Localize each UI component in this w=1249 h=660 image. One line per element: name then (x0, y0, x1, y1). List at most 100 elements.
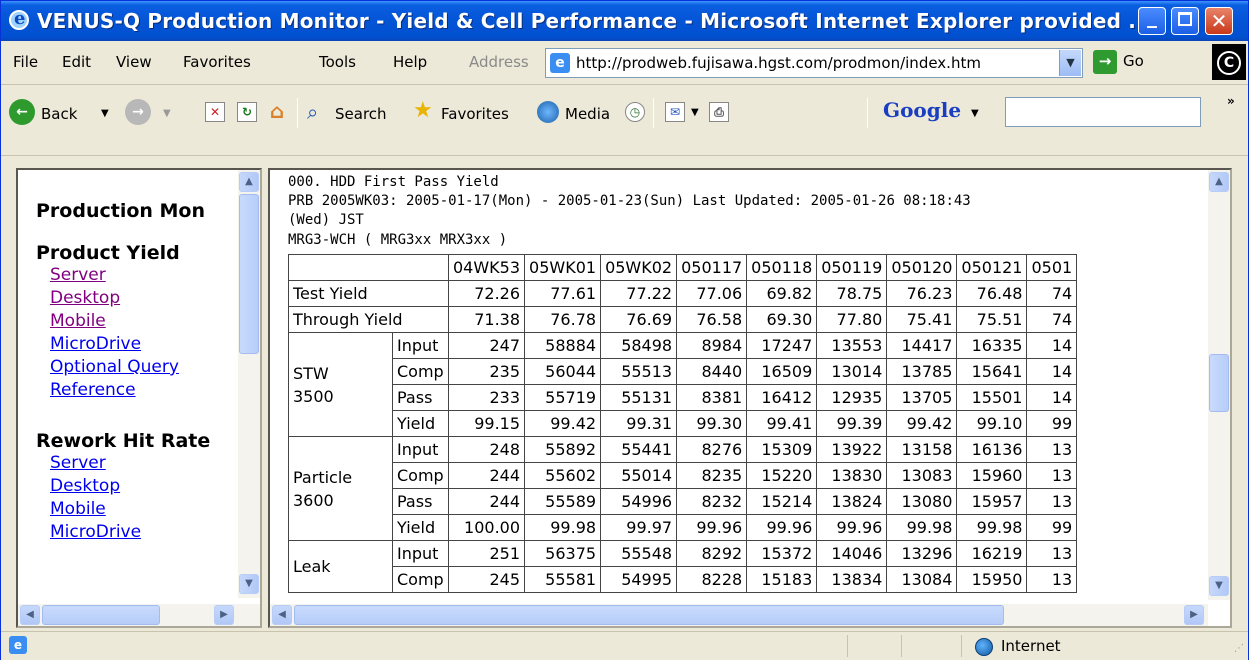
scroll-right-icon[interactable]: ▶ (1184, 605, 1204, 625)
favorites-button[interactable]: ★ Favorites (413, 86, 531, 136)
table-cell: 55131 (600, 384, 678, 411)
print-icon[interactable]: ⎙ (709, 102, 729, 122)
column-header: 04WK53 (447, 254, 526, 281)
forward-button[interactable]: → ▼ (125, 86, 185, 136)
nav-link-yield-server[interactable]: Server (50, 264, 238, 287)
table-cell: 13 (1026, 566, 1078, 593)
scroll-down-icon[interactable]: ▼ (239, 574, 259, 594)
scroll-left-icon[interactable]: ◀ (20, 605, 40, 625)
nav-link-rework-mobile[interactable]: Mobile (50, 498, 238, 521)
mail-icon[interactable]: ✉ (665, 102, 685, 122)
table-cell: 13922 (816, 436, 888, 463)
menu-edit[interactable]: Edit (62, 53, 91, 71)
table-cell: 76.48 (956, 280, 1028, 307)
chevron-down-icon[interactable]: ▼ (1059, 50, 1081, 76)
table-cell: 13158 (886, 436, 958, 463)
metric-label: Yield (392, 514, 449, 541)
nav-link-rework-server[interactable]: Server (50, 452, 238, 475)
star-icon: ★ (413, 98, 433, 123)
scroll-thumb[interactable] (294, 605, 1004, 625)
table-cell: 99.41 (746, 410, 818, 437)
menu-tools[interactable]: Tools (319, 53, 356, 71)
table-cell: 54995 (600, 566, 678, 593)
content-horizontal-scrollbar[interactable]: ◀ ▶ (270, 604, 1208, 626)
toolbar-separator (297, 98, 298, 128)
nav-link-reference[interactable]: Reference (50, 379, 238, 402)
scroll-thumb[interactable] (239, 194, 259, 354)
address-bar[interactable]: e http://prodweb.fujisawa.hgst.com/prodm… (545, 48, 1083, 78)
resize-grip-icon[interactable]: ⋰ (1230, 643, 1244, 657)
search-button[interactable]: ⌕ Search (307, 86, 407, 136)
table-cell: 54996 (600, 488, 678, 515)
back-dropdown-icon[interactable]: ▼ (101, 108, 109, 119)
table-cell: 77.22 (600, 280, 678, 307)
table-cell: 8235 (676, 462, 748, 489)
scroll-down-icon[interactable]: ▼ (1209, 576, 1229, 596)
menu-favorites[interactable]: Favorites (183, 53, 251, 71)
table-cell: 77.80 (816, 306, 888, 333)
refresh-icon[interactable]: ↻ (237, 102, 257, 122)
forward-dropdown-icon[interactable]: ▼ (163, 108, 171, 119)
table-row: Particle 3600 Input 248 55892 55441 8276 15309… (288, 436, 1078, 541)
scroll-up-icon[interactable]: ▲ (239, 172, 259, 192)
scroll-right-icon[interactable]: ▶ (214, 605, 234, 625)
nav-link-yield-mobile[interactable]: Mobile (50, 310, 238, 333)
table-cell: 55513 (600, 358, 678, 385)
page-icon: e (550, 53, 570, 73)
table-row: Pass 244 55589 54996 8232 15214 13824 13080 1595… (289, 488, 1078, 515)
table-cell: 15957 (956, 488, 1028, 515)
summary-row: Through Yield 71.38 76.78 76.69 76.58 69.30 77… (288, 306, 1078, 333)
back-arrow-icon: ← (9, 99, 35, 125)
report-period: PRB 2005WK03: 2005-01-17(Mon) - 2005-01-… (288, 193, 971, 209)
close-button[interactable]: ✕ (1205, 7, 1233, 35)
table-cell: 245 (447, 566, 526, 593)
google-search-input[interactable] (1005, 97, 1201, 127)
scroll-thumb[interactable] (42, 605, 160, 625)
go-button[interactable]: → Go (1093, 48, 1149, 76)
mail-dropdown-icon[interactable]: ▼ (691, 107, 699, 118)
nav-horizontal-scrollbar[interactable]: ◀ ▶ (18, 604, 260, 626)
back-button[interactable]: ← Back ▼ (9, 86, 119, 136)
scroll-left-icon[interactable]: ◀ (272, 605, 292, 625)
minimize-icon: _ (1147, 4, 1157, 28)
maximize-button[interactable] (1171, 7, 1199, 35)
nav-vertical-scrollbar[interactable]: ▲ ▼ (238, 170, 260, 598)
nav-link-optional-query[interactable]: Optional Query (50, 356, 238, 379)
table-cell: 99 (1026, 410, 1078, 437)
table-cell: 13083 (886, 462, 958, 489)
table-cell: 55581 (524, 566, 602, 593)
scroll-thumb[interactable] (1209, 354, 1229, 412)
nav-link-yield-desktop[interactable]: Desktop (50, 287, 238, 310)
ie-app-icon (9, 8, 29, 30)
menu-help[interactable]: Help (393, 53, 427, 71)
search-icon: ⌕ (307, 100, 319, 124)
media-button[interactable]: Media (537, 86, 619, 136)
menu-view[interactable]: View (116, 53, 152, 71)
row-label: Through Yield (288, 306, 449, 333)
nav-link-rework-desktop[interactable]: Desktop (50, 475, 238, 498)
table-cell: 17247 (746, 332, 818, 359)
table-row: Comp 244 55602 55014 8235 15220 13830 13083 1596… (289, 462, 1078, 489)
scroll-up-icon[interactable]: ▲ (1209, 172, 1229, 192)
table-cell: 56044 (524, 358, 602, 385)
internet-zone-icon (975, 638, 993, 656)
google-logo[interactable]: Google (883, 98, 961, 122)
toolbar-overflow-icon[interactable]: » (1227, 94, 1235, 108)
table-cell: 8232 (676, 488, 748, 515)
column-header: 050121 (956, 254, 1028, 281)
content-vertical-scrollbar[interactable]: ▲ ▼ (1208, 170, 1230, 600)
column-header: 0501 (1026, 254, 1078, 281)
address-input[interactable]: http://prodweb.fujisawa.hgst.com/prodmon… (576, 54, 1056, 72)
nav-link-yield-microdrive[interactable]: MicroDrive (50, 333, 238, 356)
google-dropdown-icon[interactable]: ▼ (971, 108, 979, 119)
minimize-button[interactable]: _ (1138, 4, 1166, 35)
table-cell: 13 (1026, 462, 1078, 489)
nav-link-rework-microdrive[interactable]: MicroDrive (50, 521, 238, 544)
title-bar[interactable]: VENUS-Q Production Monitor - Yield & Cel… (1, 1, 1248, 41)
stop-icon[interactable]: ✕ (205, 102, 225, 122)
table-cell: 15641 (956, 358, 1028, 385)
table-cell: 15183 (746, 566, 818, 593)
history-icon[interactable]: ◷ (625, 102, 645, 122)
home-icon[interactable]: ⌂ (267, 101, 287, 122)
menu-file[interactable]: File (13, 53, 38, 71)
